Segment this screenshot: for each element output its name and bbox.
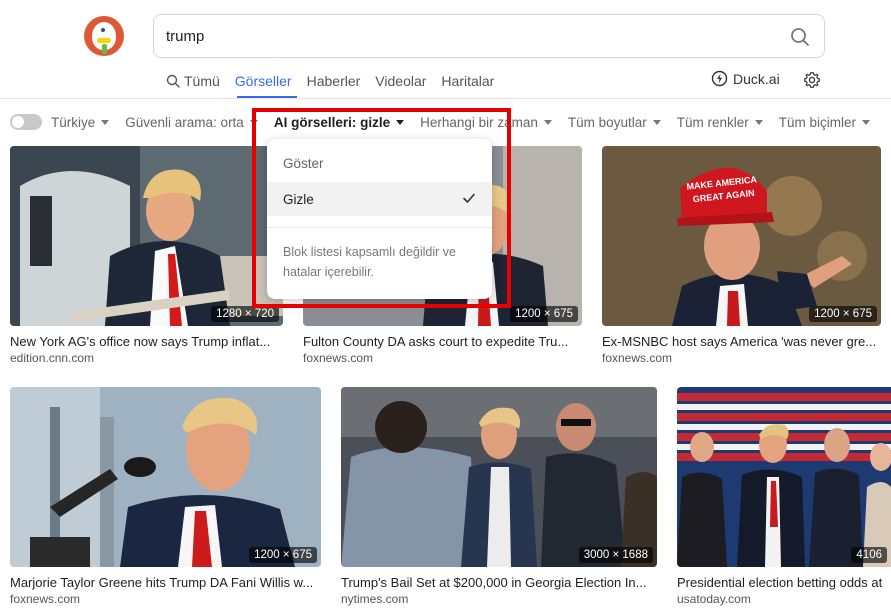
result-title[interactable]: Fulton County DA asks court to expedite … (303, 334, 582, 349)
toggle-knob (12, 116, 24, 128)
tab-label: Videolar (375, 73, 427, 89)
chevron-down-icon (652, 119, 661, 125)
filter-bar: Türkiye Güvenli arama: orta AI görseller… (10, 112, 886, 132)
result-thumbnail[interactable]: 1200 × 675 (10, 387, 321, 567)
chevron-down-icon (543, 119, 552, 125)
photo-trump-election-stage (677, 387, 891, 567)
result-title[interactable]: Presidential election betting odds at (677, 575, 891, 590)
image-dimensions: 1200 × 675 (510, 306, 578, 322)
header-divider (0, 98, 891, 99)
logo-duck-tie (102, 44, 107, 54)
result-source[interactable]: foxnews.com (303, 351, 373, 365)
image-dimensions: 1200 × 675 (809, 306, 877, 322)
filter-ai-images-label: AI görselleri: gizle (273, 114, 391, 130)
image-dimensions: 1280 × 720 (211, 306, 279, 322)
chevron-down-icon (396, 119, 405, 125)
chevron-down-icon (101, 119, 110, 125)
chevron-down-icon (861, 119, 870, 125)
duckai-link[interactable]: Duck.ai (711, 70, 780, 87)
image-result[interactable]: 4106 Presidential election betting odds … (677, 387, 891, 607)
image-result[interactable]: 1280 × 720 New York AG's office now says… (10, 146, 283, 366)
image-result[interactable]: 3000 × 1688 Trump's Bail Set at $200,000… (341, 387, 657, 607)
result-title[interactable]: Marjorie Taylor Greene hits Trump DA Fan… (10, 575, 321, 590)
filter-ai-images[interactable]: AI görselleri: gizle (273, 114, 405, 130)
image-result[interactable]: MAKE AMERICA GREAT AGAIN 1200 × 675 Ex-M… (602, 146, 881, 366)
tab-images[interactable]: Görseller (235, 70, 292, 92)
photo-trump-plane (10, 146, 283, 326)
filter-format-label: Tüm biçimler (778, 114, 856, 130)
result-thumbnail[interactable]: 3000 × 1688 (341, 387, 657, 567)
filter-size-label: Tüm boyutlar (567, 114, 647, 130)
chevron-down-icon (249, 119, 258, 125)
dropdown-option-show[interactable]: Göster (267, 146, 492, 180)
filter-size[interactable]: Tüm boyutlar (568, 115, 661, 130)
result-thumbnail[interactable]: 4106 (677, 387, 891, 567)
tab-videos[interactable]: Videolar (375, 70, 426, 92)
filter-region[interactable]: Türkiye (51, 114, 110, 130)
tab-maps[interactable]: Haritalar (441, 70, 494, 92)
search-input[interactable] (166, 25, 766, 47)
search-icon (166, 74, 180, 88)
dropdown-note: Blok listesi kapsamlı değildir ve hatala… (283, 245, 456, 279)
image-dimensions: 3000 × 1688 (578, 547, 653, 563)
checkmark-icon (463, 193, 475, 203)
photo-trump-crowd (341, 387, 657, 567)
photo-trump-maga-hat: MAKE AMERICA GREAT AGAIN (602, 146, 881, 326)
result-source[interactable]: foxnews.com (602, 351, 672, 365)
tab-label: Tümü (184, 73, 220, 89)
filter-color[interactable]: Tüm renkler (677, 115, 763, 130)
tab-label: Haritalar (441, 73, 495, 89)
dropdown-divider (267, 227, 492, 228)
filter-safe-search-label: Güvenli arama: orta (125, 114, 244, 130)
result-thumbnail[interactable]: 1280 × 720 (10, 146, 283, 326)
duckduckgo-logo[interactable] (84, 16, 124, 56)
chat-bolt-icon (711, 70, 728, 87)
filter-time-label: Herhangi bir zaman (420, 114, 538, 130)
photo-trump-microphone (10, 387, 321, 567)
filter-region-label: Türkiye (51, 114, 96, 130)
gear-icon[interactable] (803, 71, 821, 89)
vertical-tabs: Tümü Görseller Haberler Videolar Harital… (166, 70, 509, 92)
result-source[interactable]: usatoday.com (677, 592, 751, 606)
image-dimensions: 1200 × 675 (249, 547, 317, 563)
filter-color-label: Tüm renkler (676, 114, 749, 130)
result-title[interactable]: New York AG's office now says Trump infl… (10, 334, 283, 349)
filter-safe-search[interactable]: Güvenli arama: orta (125, 115, 258, 130)
region-toggle[interactable] (10, 114, 42, 130)
dropdown-option-label: Göster (283, 155, 324, 171)
image-dimensions: 4106 (851, 547, 887, 563)
result-source[interactable]: foxnews.com (10, 592, 80, 606)
logo-duck-eye (101, 28, 105, 32)
tab-label: Haberler (306, 73, 361, 89)
result-source[interactable]: edition.cnn.com (10, 351, 94, 365)
filter-format[interactable]: Tüm biçimler (779, 115, 870, 130)
tab-all[interactable]: Tümü (166, 70, 220, 92)
duckai-label: Duck.ai (733, 70, 780, 87)
chevron-down-icon (754, 119, 763, 125)
tab-news[interactable]: Haberler (307, 70, 361, 92)
result-title[interactable]: Ex-MSNBC host says America 'was never gr… (602, 334, 881, 349)
tab-label: Görseller (234, 73, 292, 89)
dropdown-option-hide[interactable]: Gizle (267, 182, 492, 216)
search-box (153, 14, 825, 58)
result-source[interactable]: nytimes.com (341, 592, 408, 606)
search-icon[interactable] (790, 27, 810, 47)
image-result[interactable]: 1200 × 675 Marjorie Taylor Greene hits T… (10, 387, 321, 607)
result-thumbnail[interactable]: MAKE AMERICA GREAT AGAIN 1200 × 675 (602, 146, 881, 326)
logo-duck-beak (97, 38, 111, 43)
result-title[interactable]: Trump's Bail Set at $200,000 in Georgia … (341, 575, 657, 590)
dropdown-option-label: Gizle (283, 191, 314, 207)
filter-time[interactable]: Herhangi bir zaman (420, 115, 552, 130)
ai-images-dropdown: Göster Gizle Blok listesi kapsamlı değil… (267, 139, 492, 299)
